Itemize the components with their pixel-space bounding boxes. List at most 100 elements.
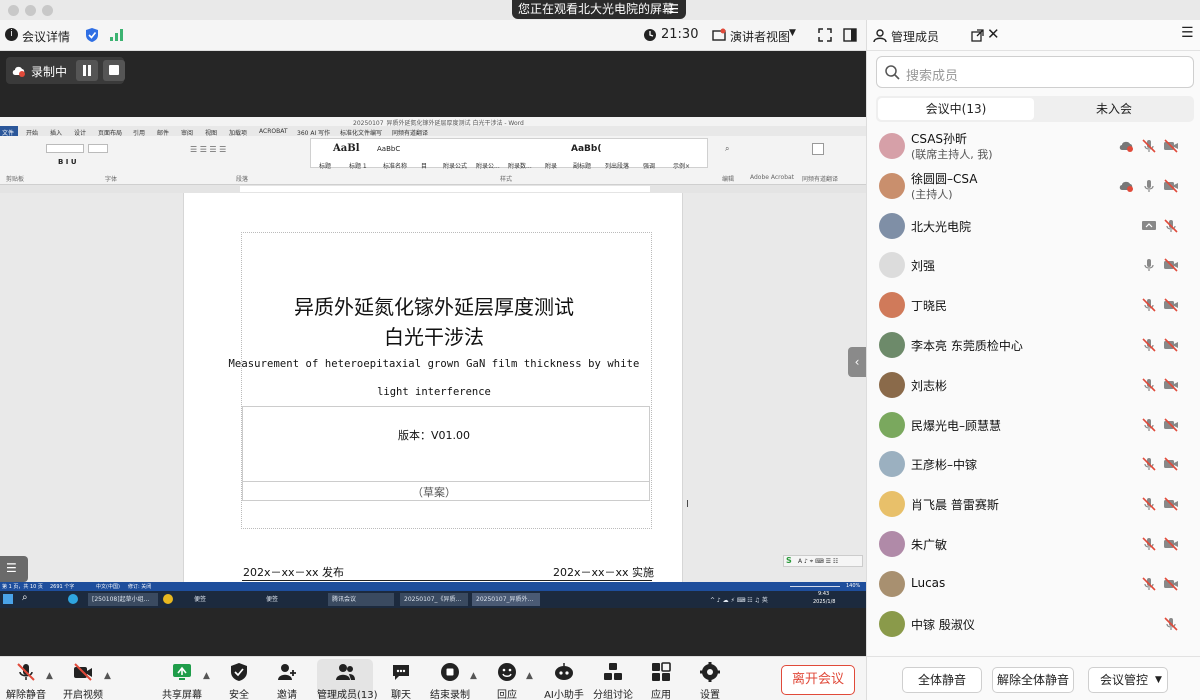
camera-off-icon[interactable] bbox=[1163, 138, 1179, 154]
mic-muted-icon[interactable] bbox=[1163, 218, 1179, 234]
word-tab-design[interactable]: 设计 bbox=[74, 128, 86, 137]
pause-recording-button[interactable] bbox=[76, 60, 98, 81]
screen-share-banner[interactable]: 您正在观看北大光电院的屏幕 ☰ bbox=[512, 0, 686, 19]
word-tab-home[interactable]: 开始 bbox=[26, 128, 38, 137]
camera-off-icon[interactable] bbox=[1163, 496, 1179, 512]
share-options-chevron-icon[interactable]: ▲ bbox=[203, 671, 210, 681]
word-tab-layout[interactable]: 页面布局 bbox=[98, 128, 122, 137]
camera-off-icon[interactable] bbox=[1163, 178, 1179, 194]
word-zoom-slider[interactable] bbox=[790, 586, 840, 587]
word-translate-button[interactable] bbox=[812, 143, 824, 155]
unmute-options-chevron-icon[interactable]: ▲ bbox=[46, 671, 53, 681]
leave-meeting-button[interactable]: 离开会议 bbox=[781, 665, 855, 695]
cloud-record-icon[interactable] bbox=[1119, 178, 1135, 194]
member-row[interactable]: 肖飞晨 普雷赛斯 bbox=[867, 484, 1200, 524]
start-video-button[interactable]: 开启视频 bbox=[60, 659, 106, 700]
close-window-button[interactable] bbox=[8, 5, 19, 16]
mic-muted-icon[interactable] bbox=[1141, 576, 1157, 592]
breakout-rooms-button[interactable]: 分组讨论 bbox=[592, 659, 634, 700]
unmute-button[interactable]: 解除静音 bbox=[4, 659, 48, 700]
member-row[interactable]: 朱广敏 bbox=[867, 524, 1200, 564]
member-row[interactable]: 徐圆圆–CSA (主持人) bbox=[867, 166, 1200, 206]
word-tab-addins[interactable]: 加载项 bbox=[229, 128, 247, 137]
maximize-window-button[interactable] bbox=[42, 5, 53, 16]
taskbar-item[interactable]: 20250107_异质外... bbox=[472, 593, 540, 606]
word-styles-gallery[interactable]: AaBl AaBbC AaBb( 标题 标题 1 标准名称 目 附录公式 附录公… bbox=[310, 138, 708, 170]
word-tab-view[interactable]: 视图 bbox=[205, 128, 217, 137]
word-tab-references[interactable]: 引用 bbox=[133, 128, 145, 137]
word-tab-standard[interactable]: 标准化文件编写 bbox=[340, 128, 382, 137]
fullscreen-icon[interactable] bbox=[818, 28, 832, 42]
collapse-panel-button[interactable]: ‹ bbox=[848, 347, 866, 377]
camera-off-icon[interactable] bbox=[1163, 257, 1179, 273]
mic-muted-icon[interactable] bbox=[1141, 297, 1157, 313]
tray-icons[interactable]: ^ ♪ ☁ ⚡ ⌨ ☷ ♫ 英 bbox=[710, 595, 768, 604]
screen-share-icon[interactable] bbox=[1141, 218, 1157, 234]
word-font-select[interactable] bbox=[46, 144, 84, 153]
chrome-icon[interactable] bbox=[163, 594, 173, 604]
sidebar-toggle-icon[interactable] bbox=[843, 28, 857, 42]
record-options-chevron-icon[interactable]: ▲ bbox=[470, 671, 477, 681]
taskbar-item[interactable]: 便签 bbox=[262, 593, 322, 606]
menu-icon[interactable]: ☰ bbox=[668, 0, 679, 18]
mute-all-button[interactable]: 全体静音 bbox=[902, 667, 982, 693]
close-panel-icon[interactable]: ✕ bbox=[987, 25, 1000, 43]
reaction-options-chevron-icon[interactable]: ▲ bbox=[526, 671, 533, 681]
taskbar-item[interactable]: 腾讯会议 bbox=[328, 593, 394, 606]
word-tab-mail[interactable]: 邮件 bbox=[157, 128, 169, 137]
settings-button[interactable]: 设置 bbox=[695, 659, 725, 700]
chat-button[interactable]: 聊天 bbox=[386, 659, 416, 700]
member-row[interactable]: 李本亮 东莞质检中心 bbox=[867, 325, 1200, 365]
word-tab-file[interactable]: 文件 bbox=[2, 128, 14, 137]
mic-muted-icon[interactable] bbox=[1141, 337, 1157, 353]
word-tab-acrobat[interactable]: ACROBAT bbox=[259, 128, 288, 135]
mic-muted-icon[interactable] bbox=[1141, 536, 1157, 552]
pop-out-icon[interactable] bbox=[971, 29, 984, 42]
taskbar-item[interactable]: 便签 bbox=[190, 593, 250, 606]
search-members-input[interactable]: 搜索成员 bbox=[876, 56, 1194, 88]
stop-recording-button[interactable] bbox=[103, 60, 125, 81]
taskbar-item[interactable]: [250108]起草小组... bbox=[88, 593, 158, 606]
meeting-control-button[interactable]: 会议管控 ▼ bbox=[1088, 667, 1168, 693]
word-paragraph-icons[interactable]: ☰ ☰ ☰ ☰ bbox=[190, 145, 226, 154]
word-tab-ai[interactable]: 360 AI 写作 bbox=[297, 128, 330, 137]
edge-icon[interactable] bbox=[68, 594, 78, 604]
windows-start-icon[interactable] bbox=[3, 594, 13, 604]
mic-muted-icon[interactable] bbox=[1163, 616, 1179, 632]
list-view-button[interactable]: ☰ bbox=[0, 556, 28, 582]
member-row[interactable]: 丁晓民 bbox=[867, 285, 1200, 325]
invite-button[interactable]: 邀请 bbox=[270, 659, 304, 700]
mic-muted-icon[interactable] bbox=[1141, 456, 1157, 472]
mic-icon[interactable] bbox=[1141, 257, 1157, 273]
member-row[interactable]: 北大光电院 bbox=[867, 206, 1200, 246]
mic-icon[interactable] bbox=[1141, 178, 1157, 194]
video-options-chevron-icon[interactable]: ▲ bbox=[104, 671, 111, 681]
camera-off-icon[interactable] bbox=[1163, 536, 1179, 552]
stop-recording-toolbar-button[interactable]: 结束录制 bbox=[430, 659, 470, 700]
member-row[interactable]: 民爆光电–顾慧慧 bbox=[867, 405, 1200, 445]
camera-off-icon[interactable] bbox=[1163, 417, 1179, 433]
word-bold-button[interactable]: B I U bbox=[58, 158, 77, 166]
member-row[interactable]: Lucas bbox=[867, 564, 1200, 604]
tab-in-meeting[interactable]: 会议中(13) bbox=[878, 98, 1034, 120]
member-row[interactable]: 王彦彬–中镓 bbox=[867, 444, 1200, 484]
minimize-window-button[interactable] bbox=[25, 5, 36, 16]
camera-off-icon[interactable] bbox=[1163, 576, 1179, 592]
member-row[interactable]: 中镓 殷淑仪 bbox=[867, 604, 1200, 644]
camera-off-icon[interactable] bbox=[1163, 337, 1179, 353]
word-find-icon[interactable]: ⌕ bbox=[725, 144, 729, 154]
word-tab-insert[interactable]: 插入 bbox=[50, 128, 62, 137]
camera-off-icon[interactable] bbox=[1163, 297, 1179, 313]
mic-muted-icon[interactable] bbox=[1141, 377, 1157, 393]
tab-not-joined[interactable]: 未入会 bbox=[1036, 98, 1192, 120]
panel-menu-icon[interactable]: ☰ bbox=[1181, 25, 1194, 41]
word-tab-translate[interactable]: 同频有道翻译 bbox=[392, 128, 428, 137]
mic-muted-icon[interactable] bbox=[1141, 417, 1157, 433]
word-tab-review[interactable]: 审阅 bbox=[181, 128, 193, 137]
chevron-down-icon[interactable]: ▼ bbox=[789, 28, 796, 38]
shield-icon[interactable] bbox=[85, 27, 99, 43]
apps-button[interactable]: 应用 bbox=[646, 659, 676, 700]
ime-toolbar[interactable]: S A ♪ ⌖ ⌨ ☰ ☷ bbox=[783, 555, 863, 567]
meeting-details-button[interactable]: 会议详情 bbox=[22, 28, 70, 45]
taskbar-item[interactable]: 20250107_《异质... bbox=[400, 593, 468, 606]
